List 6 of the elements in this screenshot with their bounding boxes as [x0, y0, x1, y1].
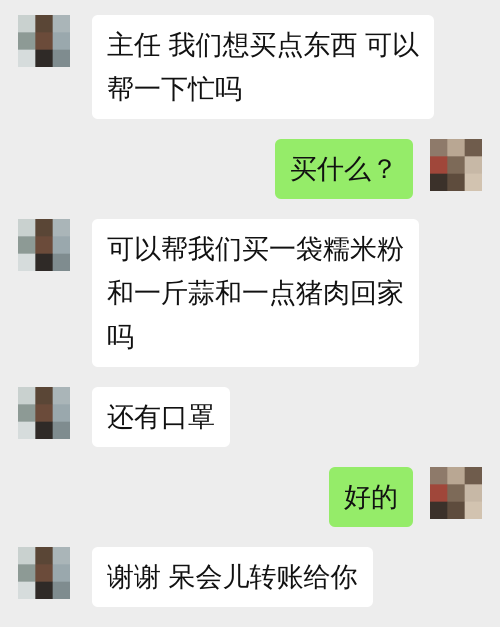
- message-bubble: 买什么？: [275, 139, 413, 199]
- message-bubble: 主任 我们想买点东西 可以 帮一下忙吗: [92, 15, 434, 119]
- message-bubble: 还有口罩: [92, 387, 230, 447]
- message-bubble: 可以帮我们买一袋糯米粉 和一斤蒜和一点猪肉回家 吗: [92, 219, 419, 367]
- message-bubble: 谢谢 呆会儿转账给你: [92, 547, 373, 607]
- message-bubble: 好的: [329, 467, 413, 527]
